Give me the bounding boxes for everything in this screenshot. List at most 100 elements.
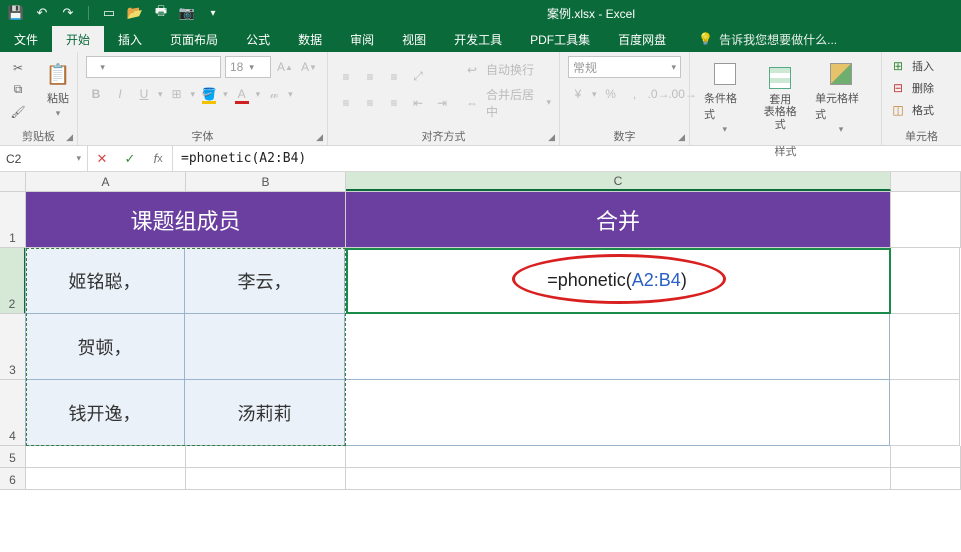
select-all-corner[interactable]	[0, 172, 26, 191]
enter-button[interactable]: ✓	[116, 146, 144, 171]
phonetic-icon[interactable]: 𝓌	[264, 84, 284, 104]
fx-button[interactable]: fx	[144, 146, 172, 171]
format-cells-button[interactable]: ◫格式	[888, 100, 934, 120]
cell-a4[interactable]: 钱开逸，	[25, 380, 185, 446]
cell-d1[interactable]	[891, 192, 961, 248]
undo-icon[interactable]: ↶	[34, 5, 50, 21]
cell-d5[interactable]	[891, 446, 961, 468]
indent-decrease-icon[interactable]: ⇤	[408, 93, 428, 113]
chevron-down-icon[interactable]: ▾	[158, 89, 163, 100]
open-icon[interactable]: 📂	[127, 5, 143, 21]
font-size-combo[interactable]: 18▾	[225, 56, 271, 78]
chevron-down-icon[interactable]: ▾	[223, 89, 228, 100]
underline-button[interactable]: U	[134, 84, 154, 104]
align-bottom-icon[interactable]: ≡	[384, 67, 404, 87]
tab-data[interactable]: 数据	[284, 26, 336, 52]
italic-button[interactable]: I	[110, 84, 130, 104]
insert-cells-button[interactable]: ⊞插入	[888, 56, 934, 76]
chevron-down-icon[interactable]: ▾	[191, 89, 196, 100]
col-header-c[interactable]: C	[346, 172, 891, 191]
copy-icon[interactable]: ⧉	[8, 80, 28, 100]
cancel-button[interactable]: ✕	[88, 146, 116, 171]
cell-c2[interactable]: =phonetic(A2:B4)	[345, 248, 890, 314]
cell-c5[interactable]	[346, 446, 891, 468]
percent-icon[interactable]: %	[601, 84, 621, 104]
font-color-icon[interactable]: A	[232, 84, 252, 104]
row-header-5[interactable]: 5	[0, 446, 26, 468]
col-header-spare[interactable]	[891, 172, 961, 191]
cell-b4[interactable]: 汤莉莉	[185, 380, 345, 446]
delete-cells-button[interactable]: ⊟删除	[888, 78, 934, 98]
row-header-4[interactable]: 4	[0, 380, 26, 446]
align-top-icon[interactable]: ≡	[336, 67, 356, 87]
bold-button[interactable]: B	[86, 84, 106, 104]
tab-formulas[interactable]: 公式	[232, 26, 284, 52]
cell-c6[interactable]	[346, 468, 891, 490]
grow-font-icon[interactable]: A▲	[275, 57, 295, 77]
number-format-combo[interactable]: 常规▾	[568, 56, 681, 78]
tab-review[interactable]: 审阅	[336, 26, 388, 52]
row-header-6[interactable]: 6	[0, 468, 26, 490]
cell-a6[interactable]	[26, 468, 186, 490]
align-left-icon[interactable]: ≡	[336, 93, 356, 113]
col-header-a[interactable]: A	[26, 172, 186, 191]
tab-developer[interactable]: 开发工具	[440, 26, 516, 52]
cell-d2[interactable]	[890, 248, 960, 314]
row-header-1[interactable]: 1	[0, 192, 26, 248]
cell-c3[interactable]	[345, 314, 890, 380]
cell-b2[interactable]: 李云，	[185, 248, 345, 314]
row-header-3[interactable]: 3	[0, 314, 26, 380]
tab-file[interactable]: 文件	[0, 26, 52, 52]
chevron-down-icon[interactable]: ▾	[592, 89, 597, 100]
tab-insert[interactable]: 插入	[104, 26, 156, 52]
cell-a3[interactable]: 贺顿，	[25, 314, 185, 380]
format-table-button[interactable]: 套用 表格格式	[754, 60, 808, 134]
align-middle-icon[interactable]: ≡	[360, 67, 380, 87]
cell-d4[interactable]	[890, 380, 960, 446]
shrink-font-icon[interactable]: A▼	[299, 57, 319, 77]
comma-icon[interactable]: ,	[625, 84, 645, 104]
worksheet-grid[interactable]: A B C 1 课题组成员 合并 2 姬铭聪， 李云， =phonetic(A2…	[0, 172, 961, 490]
new-icon[interactable]: ▭	[101, 5, 117, 21]
row-header-2[interactable]: 2	[0, 248, 26, 314]
cell-d3[interactable]	[890, 314, 960, 380]
launcher-icon[interactable]: ◢	[316, 132, 323, 143]
save-icon[interactable]: 💾	[8, 5, 24, 21]
merge-center-button[interactable]: ⇔合并后居中▾	[462, 86, 551, 120]
tab-layout[interactable]: 页面布局	[156, 26, 232, 52]
increase-decimal-icon[interactable]: .0→	[649, 84, 669, 104]
launcher-icon[interactable]: ◢	[66, 132, 73, 143]
launcher-icon[interactable]: ◢	[548, 132, 555, 143]
cell-c1[interactable]: 合并	[346, 192, 891, 248]
conditional-format-button[interactable]: 条件格式 ▾	[698, 56, 752, 139]
cell-d6[interactable]	[891, 468, 961, 490]
cell-a2[interactable]: 姬铭聪，	[25, 248, 185, 314]
cell-b5[interactable]	[186, 446, 346, 468]
tab-baidu[interactable]: 百度网盘	[604, 26, 680, 52]
cell-c4[interactable]	[345, 380, 890, 446]
paste-button[interactable]: 📋 粘贴 ▾	[34, 56, 82, 123]
cell-a1b1-merged[interactable]: 课题组成员	[26, 192, 346, 248]
font-name-combo[interactable]: ▾	[86, 56, 221, 78]
chevron-down-icon[interactable]: ▾	[288, 89, 293, 100]
cell-styles-button[interactable]: 单元格样式 ▾	[809, 56, 873, 139]
tab-pdf[interactable]: PDF工具集	[516, 26, 604, 52]
camera-icon[interactable]: 📷	[179, 5, 195, 21]
cut-icon[interactable]: ✂	[8, 58, 28, 78]
orientation-icon[interactable]: ⤢	[408, 67, 428, 87]
cell-b3[interactable]	[185, 314, 345, 380]
redo-icon[interactable]: ↷	[60, 5, 76, 21]
align-center-icon[interactable]: ≡	[360, 93, 380, 113]
print-icon[interactable]: 🖶	[153, 5, 169, 21]
fill-color-icon[interactable]: 🪣	[199, 84, 219, 104]
cell-a5[interactable]	[26, 446, 186, 468]
cell-b6[interactable]	[186, 468, 346, 490]
qat-more-icon[interactable]: ▾	[205, 5, 221, 21]
launcher-icon[interactable]: ◢	[678, 132, 685, 143]
col-header-b[interactable]: B	[186, 172, 346, 191]
indent-increase-icon[interactable]: ⇥	[432, 93, 452, 113]
tab-view[interactable]: 视图	[388, 26, 440, 52]
format-painter-icon[interactable]: 🖌	[8, 102, 28, 122]
tell-me-search[interactable]: 💡 告诉我您想要做什么...	[680, 26, 837, 52]
align-right-icon[interactable]: ≡	[384, 93, 404, 113]
